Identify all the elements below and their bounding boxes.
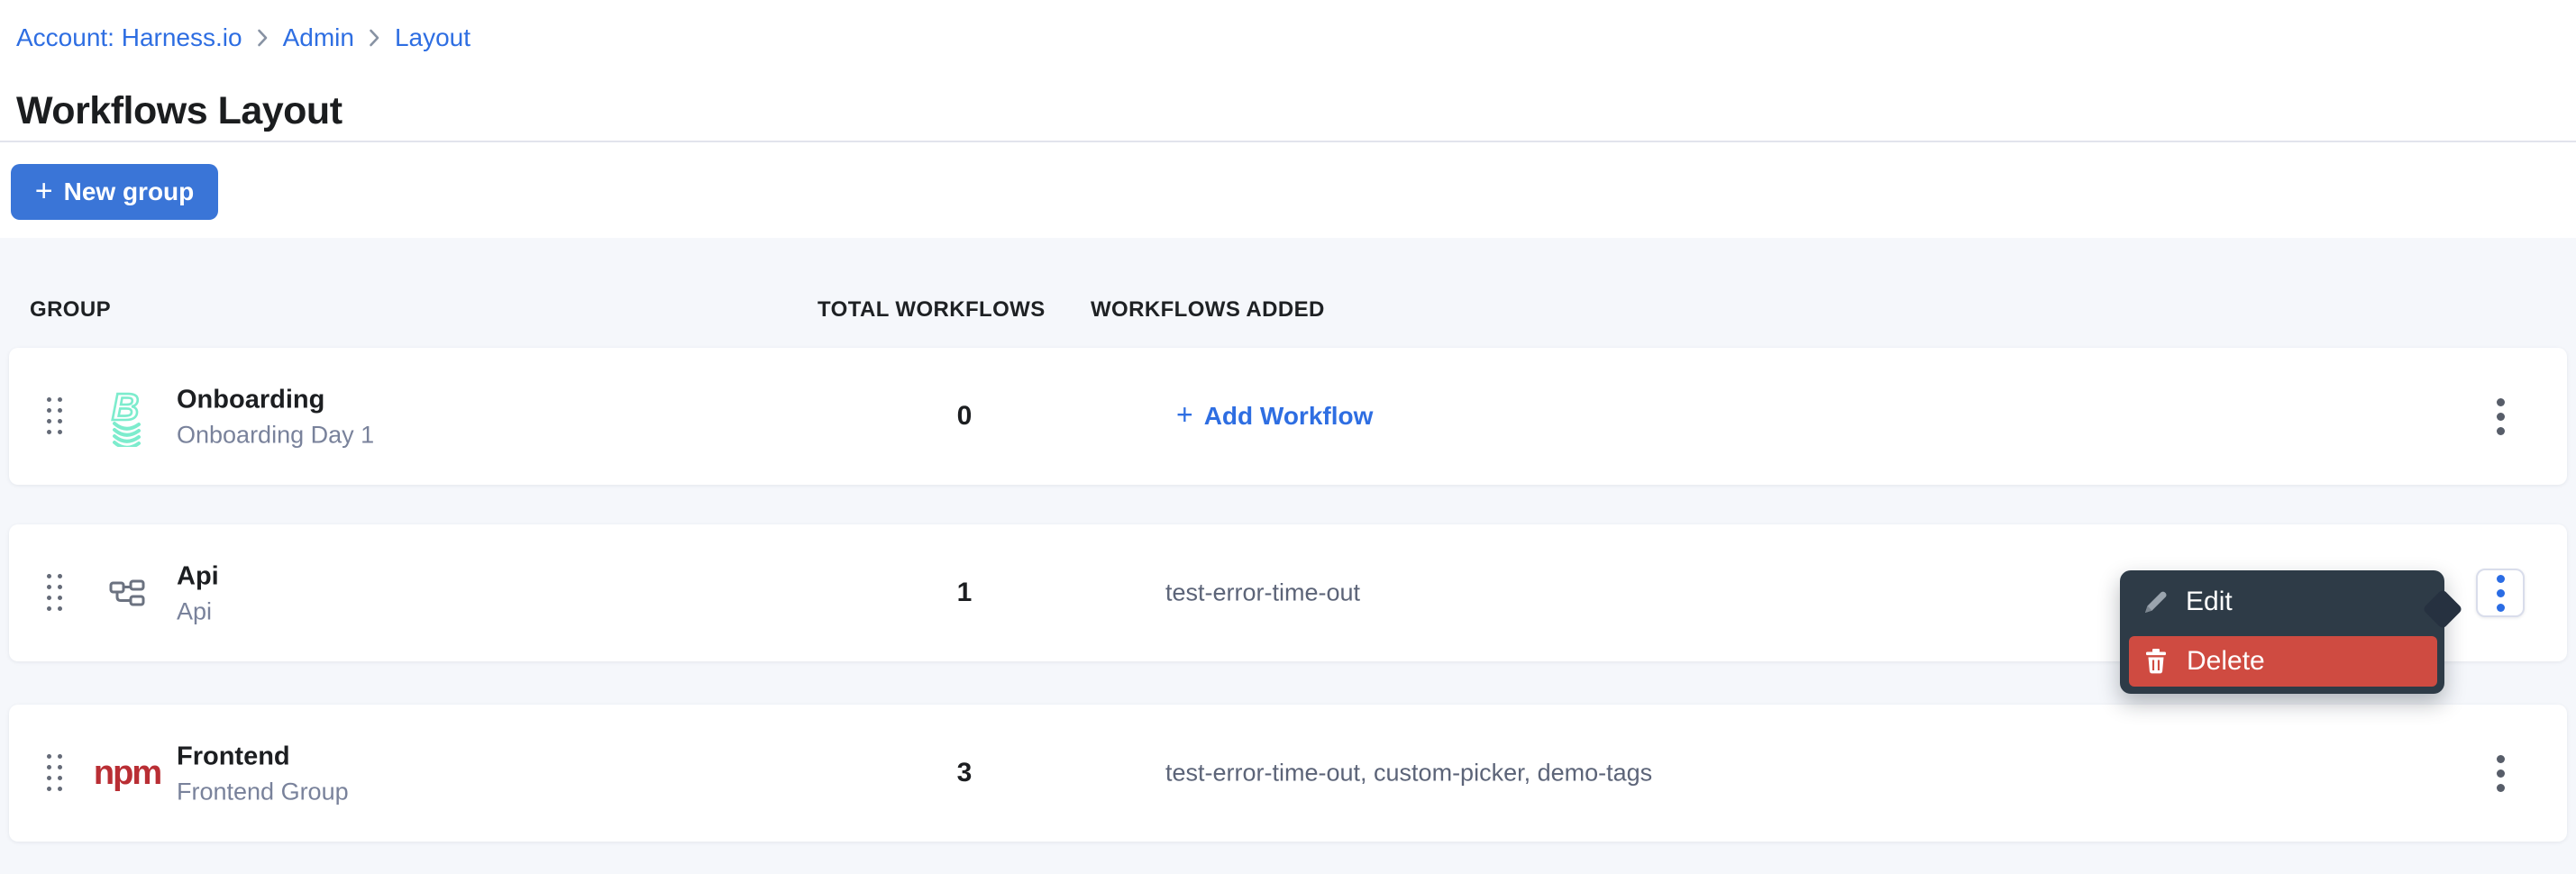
add-workflow-button[interactable]: + Add Workflow [1176, 401, 1373, 432]
npm-logo-icon: npm [92, 756, 162, 790]
total-workflows-value: 0 [901, 401, 1028, 432]
group-name: Api [177, 561, 219, 592]
group-name: Onboarding [177, 385, 374, 415]
group-description: Onboarding Day 1 [177, 422, 374, 449]
total-workflows-value: 3 [901, 758, 1028, 788]
breadcrumb-layout-link[interactable]: Layout [395, 23, 470, 52]
workflows-added-value: test-error-time-out [1165, 579, 1360, 607]
total-workflows-value: 1 [901, 578, 1028, 608]
svg-text:B: B [112, 386, 139, 428]
drag-handle-icon[interactable] [47, 397, 63, 435]
breadcrumb-admin-link[interactable]: Admin [283, 23, 354, 52]
context-menu-delete-label: Delete [2187, 646, 2265, 677]
group-text: Frontend Frontend Group [177, 742, 349, 806]
pencil-icon [2142, 587, 2170, 616]
context-menu-edit-item[interactable]: Edit [2120, 570, 2444, 633]
breadcrumb-account-link[interactable]: Account: Harness.io [16, 23, 242, 52]
group-name: Frontend [177, 742, 349, 772]
workflows-added-value: test-error-time-out, custom-picker, demo… [1165, 760, 1652, 788]
page-title: Workflows Layout [16, 89, 343, 133]
trash-icon [2143, 648, 2169, 675]
group-text: Onboarding Onboarding Day 1 [177, 385, 374, 449]
row-menu-kebab-button[interactable] [2476, 569, 2525, 617]
row-menu-kebab-button[interactable] [2476, 392, 2525, 441]
group-description: Frontend Group [177, 778, 349, 806]
plus-icon: + [35, 176, 53, 206]
column-header-total-workflows: TOTAL WORKFLOWS [818, 297, 1046, 323]
row-context-menu: Edit Delete [2120, 570, 2444, 694]
breadcrumb: Account: Harness.io Admin Layout [16, 23, 470, 52]
stacked-b-logo-icon: B [92, 386, 162, 447]
api-tree-icon [92, 578, 162, 608]
group-description: Api [177, 598, 219, 625]
new-group-button-label: New group [64, 178, 195, 206]
add-workflow-label: Add Workflow [1204, 402, 1374, 431]
header-divider [0, 141, 2576, 142]
new-group-button[interactable]: + New group [11, 164, 218, 220]
table-row-onboarding: B Onboarding Onboarding Day 1 0 + Add Wo… [9, 348, 2567, 485]
plus-icon: + [1176, 398, 1193, 432]
workflow-groups-table: GROUP TOTAL WORKFLOWS WORKFLOWS ADDED B … [0, 238, 2576, 874]
column-header-workflows-added: WORKFLOWS ADDED [1091, 297, 1325, 323]
drag-handle-icon[interactable] [47, 574, 63, 612]
row-menu-kebab-button[interactable] [2476, 749, 2525, 797]
chevron-right-icon [257, 28, 269, 48]
drag-handle-icon[interactable] [47, 754, 63, 792]
group-text: Api Api [177, 561, 219, 625]
context-menu-edit-label: Edit [2186, 587, 2233, 617]
table-row-frontend: npm Frontend Frontend Group 3 test-error… [9, 705, 2567, 842]
context-menu-delete-item[interactable]: Delete [2129, 636, 2437, 687]
column-header-group: GROUP [30, 297, 111, 323]
chevron-right-icon [369, 28, 380, 48]
